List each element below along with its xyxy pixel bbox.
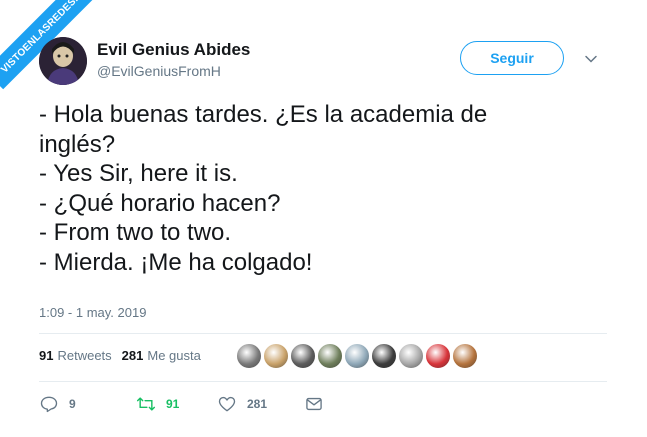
heart-icon (218, 396, 236, 412)
like-count: 281 (247, 397, 268, 411)
tweet-line: - Hola buenas tardes. ¿Es la academia de (39, 101, 488, 128)
retweet-icon (136, 397, 156, 411)
envelope-icon (306, 397, 322, 411)
tweet-card: VISTOENLASREDES.com Evil Genius Abides @… (0, 0, 647, 437)
likes-stat-count: 281 (121, 348, 144, 363)
follow-button[interactable]: Seguir (460, 41, 564, 75)
reply-count: 9 (69, 397, 76, 411)
like-button[interactable]: 281 (217, 394, 304, 414)
liker-avatar-6[interactable] (371, 343, 397, 369)
tweet-line: inglés? (39, 130, 116, 158)
retweet-button[interactable]: 91 (136, 394, 217, 414)
liker-avatar-4[interactable] (317, 343, 343, 369)
author-avatar[interactable] (39, 37, 87, 85)
tweet-text: - Hola buenas tardes. ¿Es la academia de… (39, 100, 609, 277)
reply-button[interactable]: 9 (39, 394, 136, 414)
likes-stat-label: Me gusta (147, 348, 201, 363)
tweet-line: - ¿Qué horario hacen? (39, 189, 281, 217)
author-handle[interactable]: @EvilGeniusFromH (97, 63, 221, 79)
retweets-stat-count: 91 (39, 348, 54, 363)
tweet-line: - Yes Sir, here it is. (39, 160, 238, 187)
likes-stat[interactable]: 281 Me gusta (122, 348, 201, 363)
divider (39, 381, 607, 382)
liker-avatar-5[interactable] (344, 343, 370, 369)
reply-icon (40, 396, 58, 413)
retweets-stat[interactable]: 91 Retweets (39, 348, 112, 363)
tweet-actions: 9 91 281 (39, 394, 324, 414)
retweets-stat-label: Retweets (57, 348, 112, 363)
divider (39, 333, 607, 334)
liker-avatar-3[interactable] (290, 343, 316, 369)
message-button[interactable] (304, 394, 324, 414)
liker-avatars (236, 343, 479, 369)
tweet-line: - From two to two. (39, 219, 232, 246)
tweet-timestamp[interactable]: 1:09 - 1 may. 2019 (39, 305, 146, 320)
engagement-stats: 91 Retweets 281 Me gusta (39, 348, 211, 363)
liker-avatar-7[interactable] (398, 343, 424, 369)
tweet-line: - Mierda. ¡Me ha colgado! (39, 248, 313, 276)
chevron-down-icon[interactable] (584, 52, 598, 66)
author-display-name[interactable]: Evil Genius Abides (97, 40, 250, 60)
liker-avatar-2[interactable] (263, 343, 289, 369)
liker-avatar-1[interactable] (236, 343, 262, 369)
liker-avatar-9[interactable] (452, 343, 478, 369)
retweet-count: 91 (166, 397, 180, 411)
liker-avatar-8[interactable] (425, 343, 451, 369)
